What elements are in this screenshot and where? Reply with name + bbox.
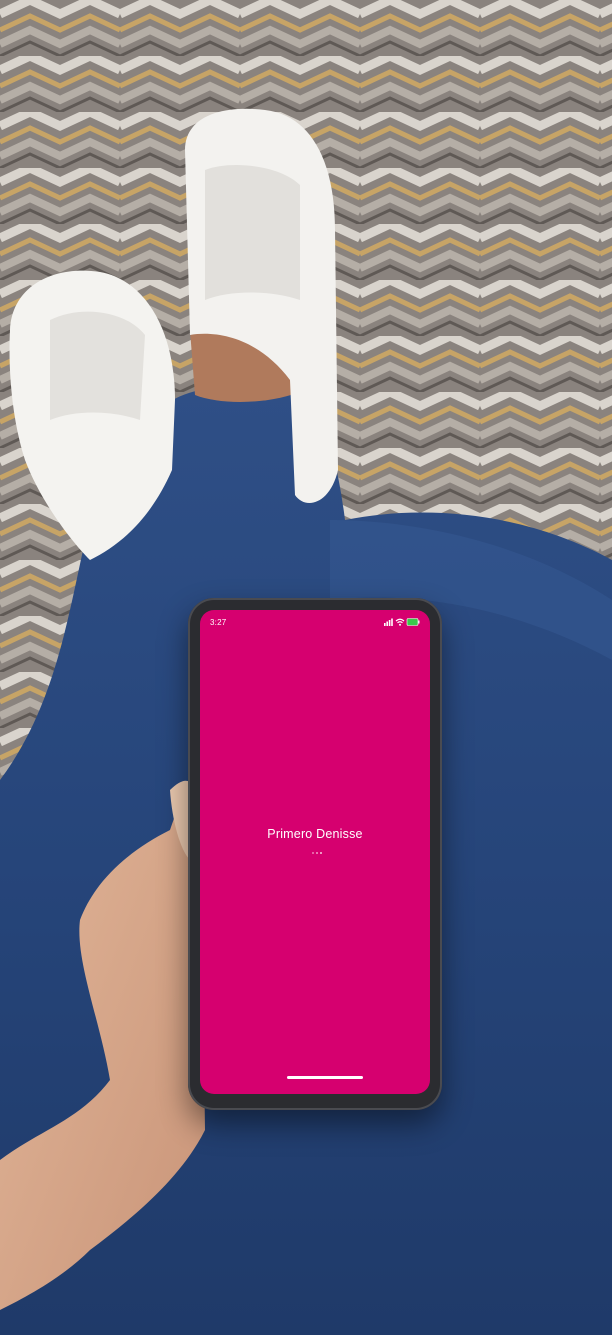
app-title: Primero Denisse — [267, 827, 363, 841]
status-bar: 3:27 — [200, 610, 430, 634]
signal-icon — [384, 618, 393, 626]
loading-dots-icon — [312, 852, 322, 854]
app-splash-screen: 3:27 Primero Denisse — [200, 610, 430, 1094]
wifi-icon — [395, 618, 405, 626]
status-time: 3:27 — [210, 618, 227, 627]
home-indicator[interactable] — [287, 1076, 363, 1079]
smartphone: 3:27 Primero Denisse — [188, 598, 442, 1110]
status-icons — [384, 618, 420, 626]
battery-icon — [406, 618, 420, 626]
